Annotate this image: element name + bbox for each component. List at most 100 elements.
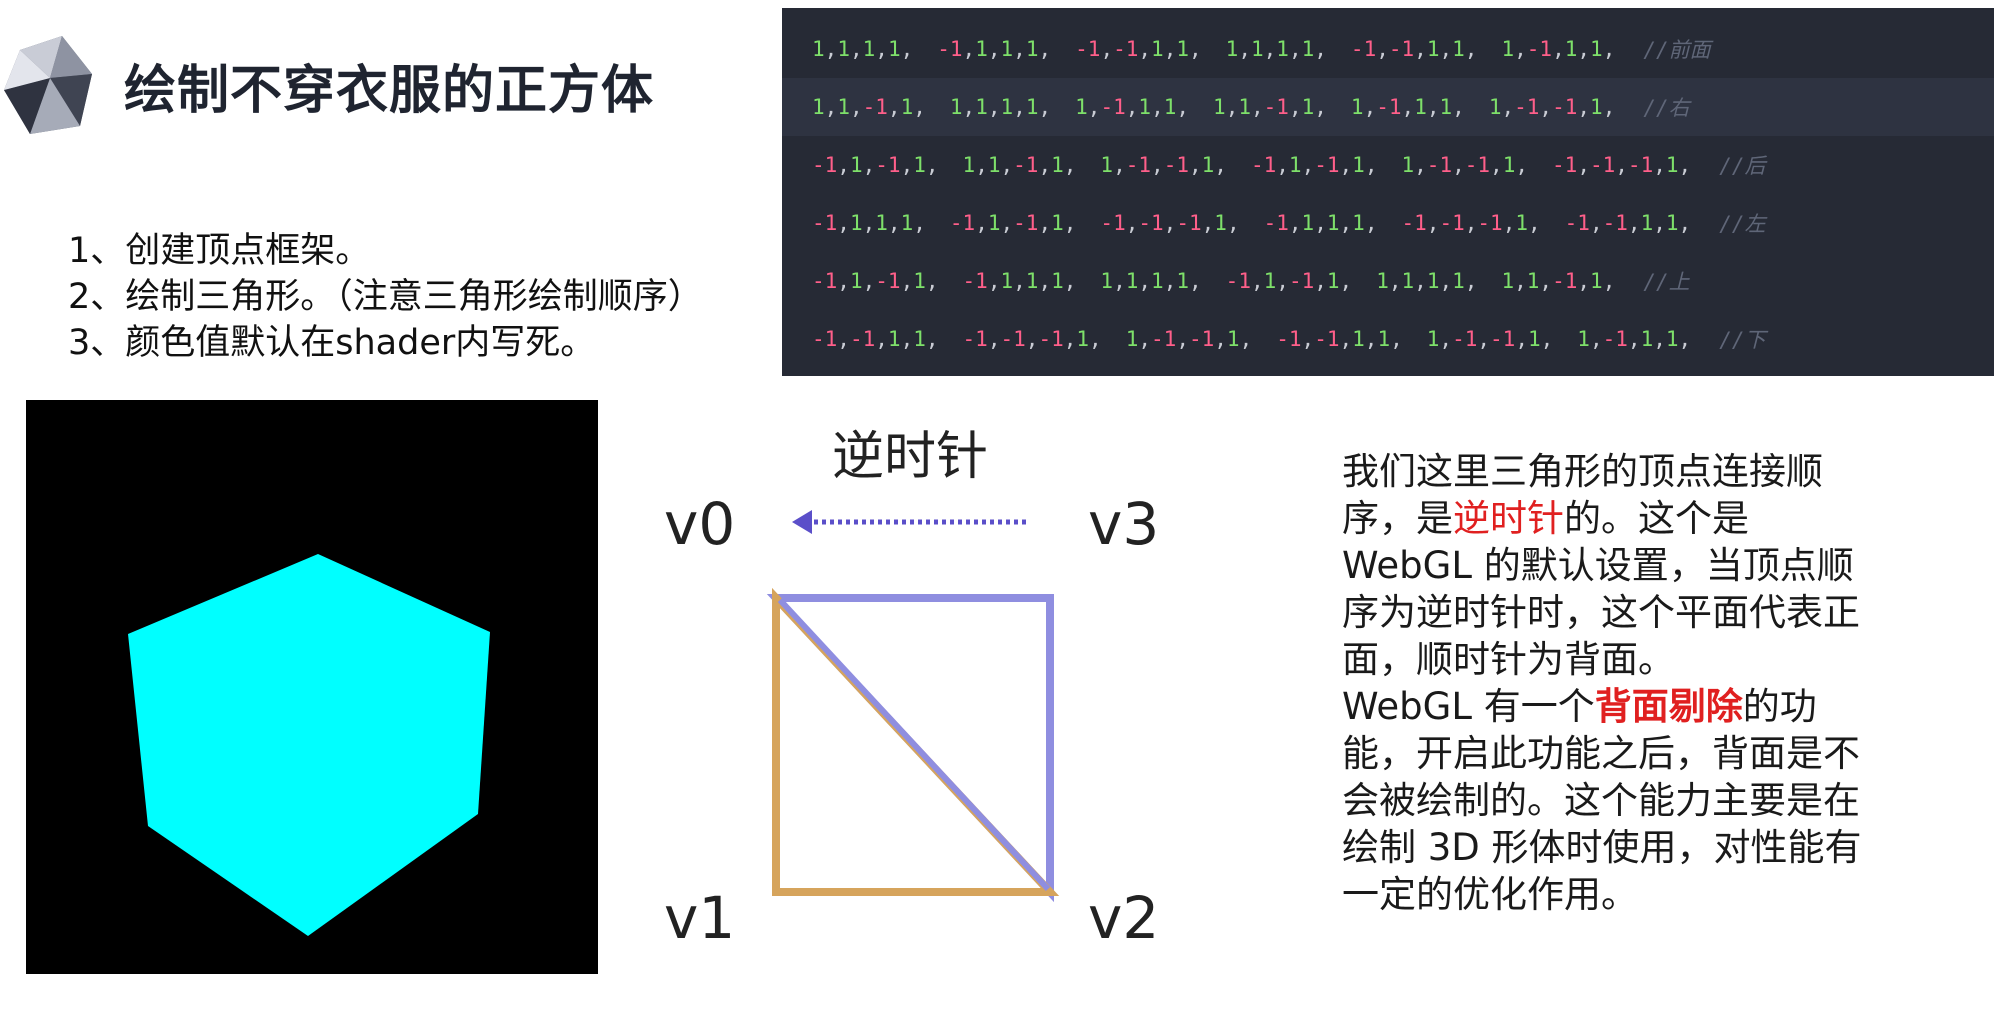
code-number: 1 — [1100, 153, 1114, 177]
code-line: 1, 1, 1, 1, -1, 1, 1, 1, -1, -1, 1, 1, 1… — [782, 20, 1994, 78]
code-number: -1 — [1350, 37, 1377, 61]
code-number: -1 — [1514, 95, 1540, 119]
code-number: 1 — [1214, 211, 1227, 235]
code-line: -1, 1, 1, 1, -1, 1, -1, 1, -1, -1, -1, 1… — [782, 194, 1994, 252]
code-number: 1 — [1350, 95, 1364, 119]
code-number: -1 — [1564, 211, 1590, 235]
code-number: 1 — [900, 95, 914, 119]
code-number: -1 — [1000, 327, 1026, 351]
code-number: 1 — [1640, 211, 1654, 235]
code-number: 1 — [1352, 153, 1365, 177]
code-number: 1 — [1000, 37, 1014, 61]
code-number: 1 — [1326, 269, 1340, 293]
explain-ccw-highlight: 逆时针 — [1453, 497, 1564, 540]
code-comment: //左 — [1719, 212, 1766, 236]
code-number: 1 — [987, 211, 1001, 235]
code-number: 1 — [875, 211, 888, 235]
code-number: 1 — [1665, 153, 1679, 177]
code-number: 1 — [1515, 211, 1528, 235]
code-number: 1 — [1025, 269, 1039, 293]
code-number: 1 — [1527, 327, 1541, 351]
code-number: 1 — [1414, 95, 1427, 119]
code-number: -1 — [1276, 327, 1302, 351]
code-number: 1 — [1377, 327, 1391, 351]
code-number: 1 — [1151, 37, 1164, 61]
explain-cull-highlight: 背面剔除 — [1594, 685, 1743, 728]
code-number: -1 — [1100, 95, 1126, 119]
code-number: -1 — [1552, 269, 1578, 293]
code-number: -1 — [1188, 327, 1215, 351]
code-number: 1 — [1163, 95, 1177, 119]
code-number: 1 — [1225, 37, 1239, 61]
code-number: -1 — [1452, 327, 1478, 351]
code-comment: //上 — [1643, 270, 1690, 294]
code-number: 1 — [849, 269, 863, 293]
code-number: -1 — [949, 211, 976, 235]
code-number: 1 — [975, 37, 988, 61]
code-number: 1 — [1125, 269, 1139, 293]
code-line: 1, 1, -1, 1, 1, 1, 1, 1, 1, -1, 1, 1, 1,… — [782, 78, 1994, 136]
code-number: 1 — [849, 211, 863, 235]
code-line: -1, 1, -1, 1, 1, 1, -1, 1, 1, -1, -1, 1,… — [782, 136, 1994, 194]
code-number: 1 — [1301, 211, 1315, 235]
code-number: 1 — [1176, 269, 1190, 293]
code-number: -1 — [1552, 153, 1578, 177]
code-number: -1 — [812, 327, 838, 351]
code-number: -1 — [1075, 37, 1101, 61]
code-line: -1, -1, 1, 1, -1, -1, -1, 1, 1, -1, -1, … — [782, 310, 1994, 368]
code-number: -1 — [1013, 153, 1039, 177]
code-number: -1 — [962, 327, 988, 351]
code-number: 1 — [1025, 37, 1039, 61]
code-comment: //右 — [1643, 96, 1690, 120]
code-number: -1 — [862, 95, 888, 119]
code-number: -1 — [1113, 37, 1139, 61]
code-number: -1 — [1138, 211, 1164, 235]
step-item: 2、绘制三角形。（注意三角形绘制顺序） — [68, 277, 703, 317]
code-number: -1 — [1314, 153, 1340, 177]
code-number: 1 — [1488, 95, 1502, 119]
code-number: 1 — [1025, 95, 1039, 119]
winding-order-diagram: 逆时针 v0 v3 v1 v2 — [640, 400, 1200, 1000]
code-number: 1 — [1051, 153, 1064, 177]
code-number: -1 — [875, 153, 901, 177]
code-number: -1 — [937, 37, 963, 61]
code-number: -1 — [1602, 211, 1628, 235]
code-number: 1 — [837, 37, 850, 61]
crystal-logo-icon — [4, 36, 92, 134]
cube-render-canvas — [26, 400, 598, 974]
code-number: 1 — [1401, 153, 1415, 177]
code-number: 1 — [1000, 269, 1014, 293]
explanation-text: 我们这里三角形的顶点连接顺序，是逆时针的。这个是 WebGL 的默认设置，当顶点… — [1342, 448, 1862, 918]
code-number: 1 — [1051, 269, 1064, 293]
code-comment: //前面 — [1643, 38, 1711, 62]
code-number: 1 — [1426, 269, 1440, 293]
code-number: 1 — [1276, 37, 1289, 61]
code-number: -1 — [1464, 153, 1491, 177]
page-title: 绘制不穿衣服的正方体 — [124, 61, 655, 121]
step-item: 3、颜色值默认在shader内写死。 — [68, 323, 596, 363]
cube-shape — [128, 554, 490, 936]
code-number: 1 — [913, 269, 926, 293]
diagonal-overlay — [777, 597, 1051, 892]
code-number: 1 — [862, 37, 876, 61]
code-number: 1 — [1125, 327, 1139, 351]
code-number: 1 — [887, 327, 901, 351]
code-number: -1 — [1151, 327, 1177, 351]
code-number: -1 — [1401, 211, 1427, 235]
code-number: -1 — [962, 269, 988, 293]
code-number: 1 — [1301, 37, 1315, 61]
code-line: -1, 1, -1, 1, -1, 1, 1, 1, 1, 1, 1, 1, -… — [782, 252, 1994, 310]
code-number: 1 — [1075, 95, 1088, 119]
code-number: 1 — [1100, 269, 1114, 293]
code-number: 1 — [1577, 327, 1590, 351]
vertex-code-panel: 1, 1, 1, 1, -1, 1, 1, 1, -1, -1, 1, 1, 1… — [782, 8, 1994, 376]
steps-list: 1、创建顶点框架。 2、绘制三角形。（注意三角形绘制顺序） 3、颜色值默认在sh… — [68, 228, 703, 366]
code-number: 1 — [837, 95, 850, 119]
code-number: -1 — [1602, 327, 1628, 351]
code-number: -1 — [1100, 211, 1126, 235]
code-number: 1 — [913, 327, 926, 351]
code-number: 1 — [1590, 269, 1603, 293]
code-number: -1 — [1376, 95, 1402, 119]
diagram-svg — [766, 510, 1060, 903]
code-number: 1 — [1640, 327, 1654, 351]
